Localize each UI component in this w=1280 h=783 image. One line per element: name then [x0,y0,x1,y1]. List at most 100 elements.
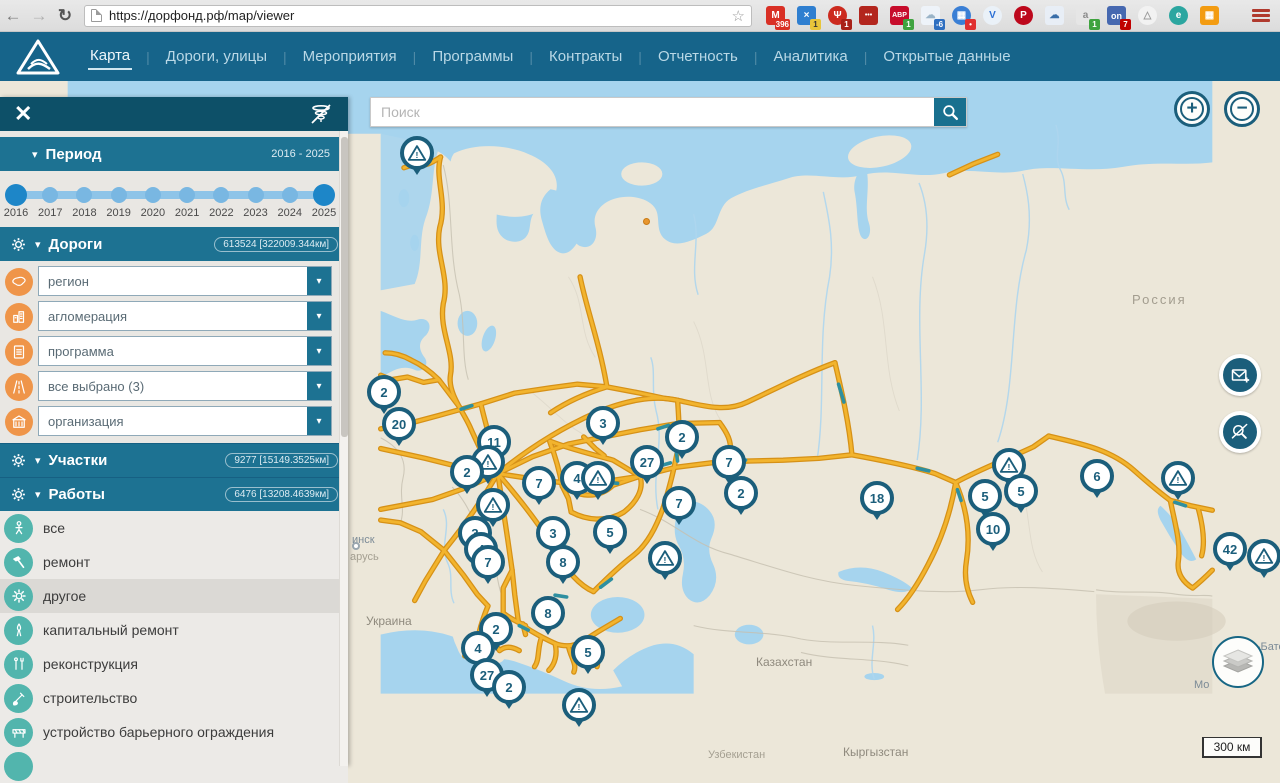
section-raboty[interactable]: ▾ Работы 6476 [13208.4639км] [0,477,348,511]
work-type-6[interactable]: строительство [0,681,348,715]
extension-sync-x-icon[interactable]: ×1 [797,6,816,25]
nav-item-5[interactable]: Контракты [547,44,624,69]
cluster-marker-42[interactable]: 42 [1213,532,1247,566]
extension-app-grid-icon[interactable]: ▦• [952,6,971,25]
warning-marker[interactable]: ! [562,688,596,722]
browser-menu-button[interactable] [1252,9,1270,22]
section-uchastki[interactable]: ▾ Участки 9277 [15149.3525км] [0,443,348,477]
search-input[interactable] [371,98,934,126]
warning-marker[interactable]: ! [1247,539,1280,573]
feedback-mail-button[interactable] [1219,354,1261,396]
extension-weather-cloud-icon[interactable]: ☁-6 [921,6,940,25]
cluster-marker-7[interactable]: 7 [522,466,556,500]
cluster-marker-5[interactable]: 5 [593,515,627,549]
cluster-marker-5[interactable]: 5 [968,479,1002,513]
slider-track[interactable] [16,191,326,199]
cluster-marker-8[interactable]: 8 [546,545,580,579]
extension-cloud-blue-icon[interactable]: ☁ [1045,6,1064,25]
filter-dropdown[interactable]: все выбрано (3)▾ [38,371,332,401]
section-roads[interactable]: ▾ Дороги 613524 [322009.344км] [0,227,348,261]
cluster-marker-6[interactable]: 6 [1080,459,1114,493]
dropdown-arrow-button[interactable]: ▾ [307,407,331,435]
work-type-3[interactable]: другое [0,579,348,613]
cluster-marker-7[interactable]: 7 [662,486,696,520]
cluster-marker-2[interactable]: 2 [724,476,758,510]
clear-filters-icon[interactable] [308,102,334,126]
nav-item-6[interactable]: Отчетность [656,44,740,69]
cluster-marker-2[interactable]: 2 [492,670,526,704]
dropdown-arrow-button[interactable]: ▾ [307,267,331,295]
gear-icon[interactable] [10,452,27,469]
bookmark-star-icon[interactable]: ☆ [732,7,745,25]
work-type-7[interactable]: устройство барьерного ограждения [0,715,348,749]
filter-dropdown[interactable]: организация▾ [38,406,332,436]
cluster-marker-7[interactable]: 7 [471,545,505,579]
cluster-marker-20[interactable]: 20 [382,407,416,441]
warning-marker[interactable]: ! [581,461,615,495]
cluster-marker-27[interactable]: 27 [630,445,664,479]
slider-handle-2019[interactable] [111,187,127,203]
address-bar[interactable]: https://дорфонд.рф/map/viewer ☆ [84,5,752,27]
extension-gmail-icon[interactable]: M396 [766,6,785,25]
extension-evernote-teal-icon[interactable]: e [1169,6,1188,25]
cluster-marker-18[interactable]: 18 [860,481,894,515]
nav-item-1[interactable]: Карта [88,43,132,70]
filter-dropdown[interactable]: агломерация▾ [38,301,332,331]
dropdown-arrow-button[interactable]: ▾ [307,302,331,330]
slider-handle-2017[interactable] [42,187,58,203]
extension-bookmarks-gem-icon[interactable]: V [983,6,1002,25]
cluster-marker-8[interactable]: 8 [531,596,565,630]
slider-handle-2016[interactable] [5,184,27,206]
cluster-marker-5[interactable]: 5 [1004,474,1038,508]
cluster-marker-10[interactable]: 10 [976,512,1010,546]
cluster-marker-2[interactable]: 2 [665,420,699,454]
slider-handle-2022[interactable] [213,187,229,203]
slider-handle-2018[interactable] [76,187,92,203]
back-button[interactable]: ← [0,6,26,26]
layers-button[interactable] [1212,636,1264,688]
extension-password-dots-icon[interactable]: ••• [859,6,878,25]
extension-onenote-icon[interactable]: on7 [1107,6,1126,25]
cluster-marker-3[interactable]: 3 [586,406,620,440]
dropdown-arrow-button[interactable]: ▾ [307,372,331,400]
work-type-5[interactable]: реконструкция [0,647,348,681]
zoom-out-button[interactable]: − [1224,91,1260,127]
nav-item-3[interactable]: Мероприятия [301,44,399,69]
extension-avast-icon[interactable]: a1 [1076,6,1095,25]
nav-item-4[interactable]: Программы [430,44,515,69]
close-icon[interactable]: ✕ [14,103,32,125]
cluster-marker-7[interactable]: 7 [712,445,746,479]
gear-icon[interactable] [10,486,27,503]
zoom-in-button[interactable]: + [1174,91,1210,127]
extension-stop-hand-icon[interactable]: Ψ1 [828,6,847,25]
work-type-4[interactable]: капитальный ремонт [0,613,348,647]
sidebar-scrollbar[interactable] [339,131,348,766]
nav-item-7[interactable]: Аналитика [771,44,849,69]
filter-dropdown[interactable]: регион▾ [38,266,332,296]
extension-pinterest-icon[interactable]: P [1014,6,1033,25]
cluster-marker-2[interactable]: 2 [450,455,484,489]
nav-item-2[interactable]: Дороги, улицы [164,44,269,69]
warning-marker[interactable]: ! [400,136,434,170]
reload-button[interactable]: ↻ [52,6,78,26]
forward-button[interactable]: → [26,6,52,26]
slider-handle-2024[interactable] [282,187,298,203]
extension-triangle-app-icon[interactable]: △ [1138,6,1157,25]
slider-handle-2025[interactable] [313,184,335,206]
work-type-1[interactable]: все [0,511,348,545]
scrollbar-thumb[interactable] [341,137,348,437]
slider-handle-2020[interactable] [145,187,161,203]
slider-handle-2023[interactable] [248,187,264,203]
search-button[interactable] [934,98,966,126]
slider-handle-2021[interactable] [179,187,195,203]
cluster-marker-5[interactable]: 5 [571,635,605,669]
gear-icon[interactable] [10,236,27,253]
extension-orange-grid-icon[interactable]: ▦ [1200,6,1219,25]
extension-adblock-plus-icon[interactable]: ABP1 [890,6,909,25]
warning-marker[interactable]: ! [648,541,682,575]
cluster-marker-2[interactable]: 2 [367,375,401,409]
nav-item-8[interactable]: Открытые данные [881,44,1012,69]
period-slider[interactable]: 2016201720182019202020212022202320242025 [0,171,348,227]
filter-dropdown[interactable]: программа▾ [38,336,332,366]
section-period[interactable]: ▾ Период 2016 - 2025 [0,137,348,171]
